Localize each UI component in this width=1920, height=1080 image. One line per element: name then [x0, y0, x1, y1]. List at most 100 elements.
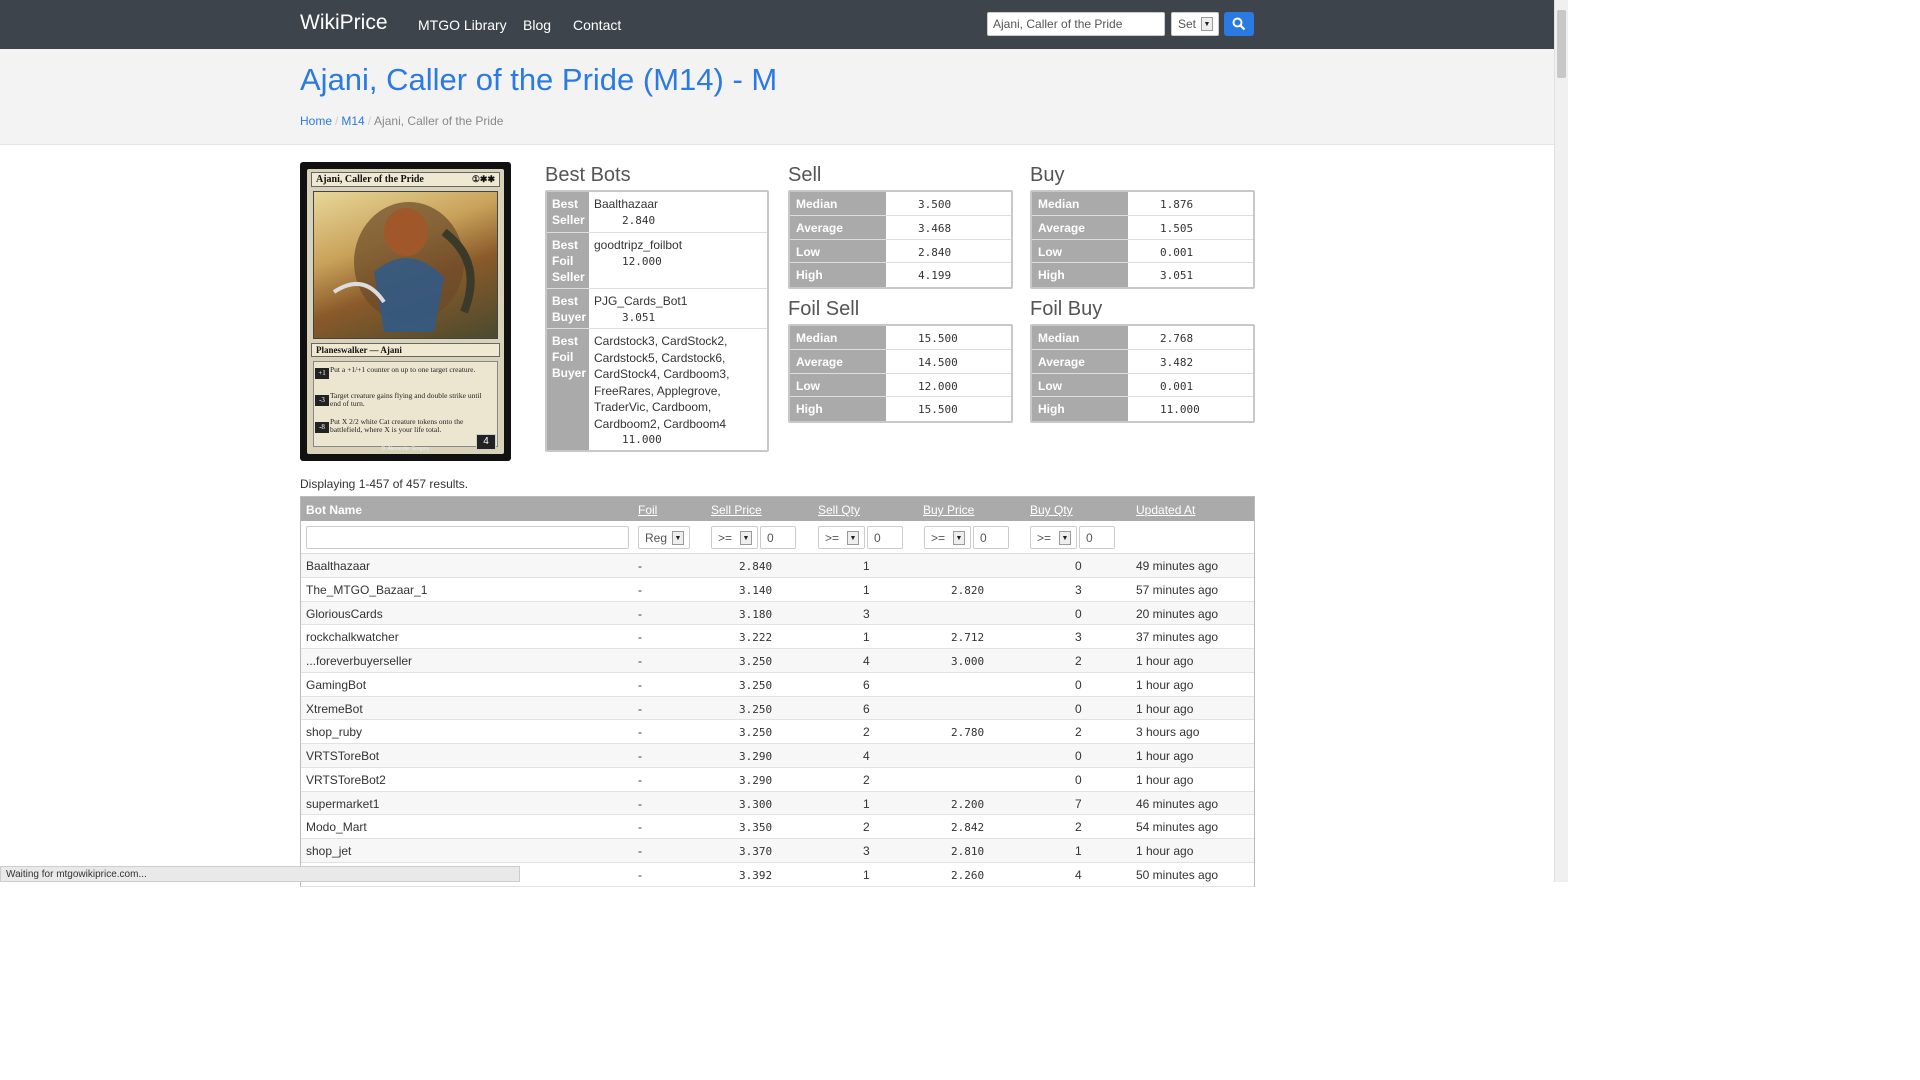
- cell-bot-name[interactable]: VRTSToreBot2: [306, 773, 386, 787]
- cell-bot-name[interactable]: The_MTGO_Bazaar_1: [306, 583, 427, 597]
- foil-buy-title: Foil Buy: [1030, 298, 1103, 320]
- cell-bot-name[interactable]: XtremeBot: [306, 702, 363, 716]
- sell-stats-table: Median 3.500 Average 3.468 Low 2.840 High 4.…: [788, 190, 1013, 289]
- header-sell-price[interactable]: Sell Price: [711, 503, 762, 517]
- table-row: shop_ruby - 3.250 2 2.780 2 3 hours ago: [301, 720, 1254, 744]
- page-scrollbar[interactable]: [1554, 0, 1568, 882]
- header-updated-at[interactable]: Updated At: [1136, 503, 1195, 517]
- cell-bot-name[interactable]: shop_jet: [306, 844, 351, 858]
- chevron-down-icon: ▼: [1059, 531, 1071, 545]
- search-input[interactable]: Ajani, Caller of the Pride: [987, 12, 1165, 36]
- header-buy-price[interactable]: Buy Price: [923, 503, 974, 517]
- cell-bot-name[interactable]: Baalthazaar: [306, 559, 370, 573]
- cell-buy-qty: 0: [1075, 677, 1082, 692]
- buy-qty-op-select[interactable]: >= ▼: [1030, 526, 1077, 549]
- cell-bot-name[interactable]: GamingBot: [306, 678, 366, 692]
- cell-bot-name[interactable]: rockchalkwatcher: [306, 630, 399, 644]
- cell-bot-name[interactable]: ...foreverbuyerseller: [306, 654, 412, 668]
- stat-label: Average: [790, 349, 886, 373]
- header-sell-qty[interactable]: Sell Qty: [818, 503, 860, 517]
- brand-logo[interactable]: WikiPrice: [300, 11, 388, 35]
- cell-foil: -: [638, 606, 642, 621]
- cell-buy-price: 2.842: [951, 821, 985, 835]
- stat-label: Low: [1032, 239, 1128, 263]
- cell-updated-at: 1 hour ago: [1136, 654, 1194, 668]
- table-row: rockchalkwatcher - 3.222 1 2.712 3 37 minutes …: [301, 625, 1254, 649]
- cell-sell-qty: 6: [863, 677, 870, 692]
- page-title: Ajani, Caller of the Pride (M14) - M: [300, 62, 778, 97]
- cell-buy-qty: 3: [1075, 630, 1082, 645]
- cell-bot-name[interactable]: GloriousCards: [306, 607, 383, 621]
- table-header: Bot Name Foil Sell Price Sell Qty Buy Pr…: [301, 497, 1254, 521]
- header-foil[interactable]: Foil: [638, 503, 657, 517]
- cell-sell-qty: 4: [863, 654, 870, 668]
- sell-qty-filter-input[interactable]: 0: [867, 526, 903, 549]
- buy-price-filter-input[interactable]: 0: [973, 526, 1009, 549]
- best-foil-seller-name: goodtripz_foilbot: [594, 238, 683, 252]
- search-type-select[interactable]: Set ▼: [1171, 12, 1219, 36]
- cell-bot-name[interactable]: supermarket1: [306, 797, 379, 811]
- cell-sell-qty: 4: [863, 749, 870, 763]
- cell-buy-qty: 2: [1075, 654, 1082, 668]
- breadcrumb-current: Ajani, Caller of the Pride: [374, 114, 504, 128]
- sell-price-op-select[interactable]: >= ▼: [711, 526, 758, 549]
- cell-foil: -: [638, 559, 642, 573]
- search-button[interactable]: [1224, 12, 1254, 36]
- header-buy-qty[interactable]: Buy Qty: [1030, 503, 1073, 517]
- cell-foil: -: [638, 677, 642, 692]
- buy-qty-filter-input[interactable]: 0: [1079, 526, 1115, 549]
- cell-updated-at: 57 minutes ago: [1136, 582, 1219, 597]
- chevron-down-icon: ▼: [1201, 17, 1213, 31]
- cell-buy-price: 2.820: [951, 583, 985, 597]
- best-buyer-price: 3.051: [622, 310, 656, 324]
- best-seller-row: Best Seller Baalthazaar 2.840: [547, 192, 767, 233]
- cell-bot-name[interactable]: VRTSToreBot: [306, 749, 379, 763]
- cell-buy-qty: 0: [1075, 559, 1082, 573]
- scrollbar-thumb[interactable]: [1557, 10, 1566, 78]
- table-row: GloriousCards - 3.180 3 0 20 minutes ago: [301, 601, 1254, 626]
- best-buyer-row: Best Buyer PJG_Cards_Bot1 3.051: [547, 289, 767, 329]
- stat-label: High: [790, 263, 886, 287]
- stat-value: 3.482: [1160, 355, 1194, 369]
- table-row: GamingBot - 3.250 6 0 1 hour ago: [301, 673, 1254, 697]
- cell-sell-qty: 1: [863, 867, 870, 882]
- buy-price-op-select[interactable]: >= ▼: [924, 526, 971, 549]
- bots-price-table: Bot Name Foil Sell Price Sell Qty Buy Pr…: [300, 496, 1255, 887]
- cell-sell-price: 3.300: [739, 797, 773, 811]
- cell-foil: -: [638, 725, 642, 740]
- cell-updated-at: 54 minutes ago: [1136, 820, 1219, 835]
- cell-bot-name[interactable]: Modo_Mart: [306, 820, 367, 834]
- table-row: Modo_Mart - 3.350 2 2.842 2 54 minutes ago: [301, 815, 1254, 839]
- cell-buy-qty: 0: [1075, 701, 1082, 716]
- cell-buy-price: 2.780: [951, 726, 985, 740]
- sell-qty-op-select[interactable]: >= ▼: [818, 526, 865, 549]
- breadcrumb-home[interactable]: Home: [300, 114, 332, 128]
- cell-sell-qty: 6: [863, 701, 870, 716]
- best-seller-price: 2.840: [622, 213, 656, 227]
- cell-updated-at: 1 hour ago: [1136, 701, 1194, 716]
- cell-bot-name[interactable]: shop_ruby: [306, 725, 362, 739]
- navbar: WikiPrice MTGO Library Blog Contact Ajan…: [0, 0, 1554, 49]
- cell-buy-qty: 2: [1075, 725, 1082, 740]
- chevron-down-icon: ▼: [672, 531, 684, 545]
- best-foil-buyer-names: Cardstock3, CardStock2, Cardstock5, Card…: [594, 334, 730, 431]
- stat-value: 15.500: [918, 332, 958, 345]
- table-row: VRTSToreBot2 - 3.290 2 0 1 hour ago: [301, 768, 1254, 792]
- breadcrumb-set[interactable]: M14: [341, 114, 364, 128]
- stat-value: 4.199: [918, 269, 952, 283]
- table-row: shop_jet - 3.370 3 2.810 1 1 hour ago: [301, 839, 1254, 863]
- bot-name-filter-input[interactable]: [306, 526, 629, 549]
- nav-link-blog[interactable]: Blog: [523, 17, 551, 33]
- foil-filter-select[interactable]: Reg ▼: [638, 526, 690, 549]
- best-buyer-label: Best Buyer: [547, 289, 589, 328]
- stat-label: Median: [790, 192, 886, 215]
- chevron-down-icon: ▼: [847, 531, 859, 545]
- nav-link-mtgo-library[interactable]: MTGO Library: [418, 17, 507, 33]
- nav-link-contact[interactable]: Contact: [573, 17, 621, 33]
- stat-value: 1.876: [1160, 198, 1194, 211]
- cell-buy-qty: 7: [1075, 796, 1082, 811]
- cell-updated-at: 49 minutes ago: [1136, 559, 1219, 573]
- sell-price-filter-input[interactable]: 0: [760, 526, 796, 549]
- cell-foil: -: [638, 844, 642, 858]
- card-name: Ajani, Caller of the Pride ①✱✱: [311, 172, 500, 187]
